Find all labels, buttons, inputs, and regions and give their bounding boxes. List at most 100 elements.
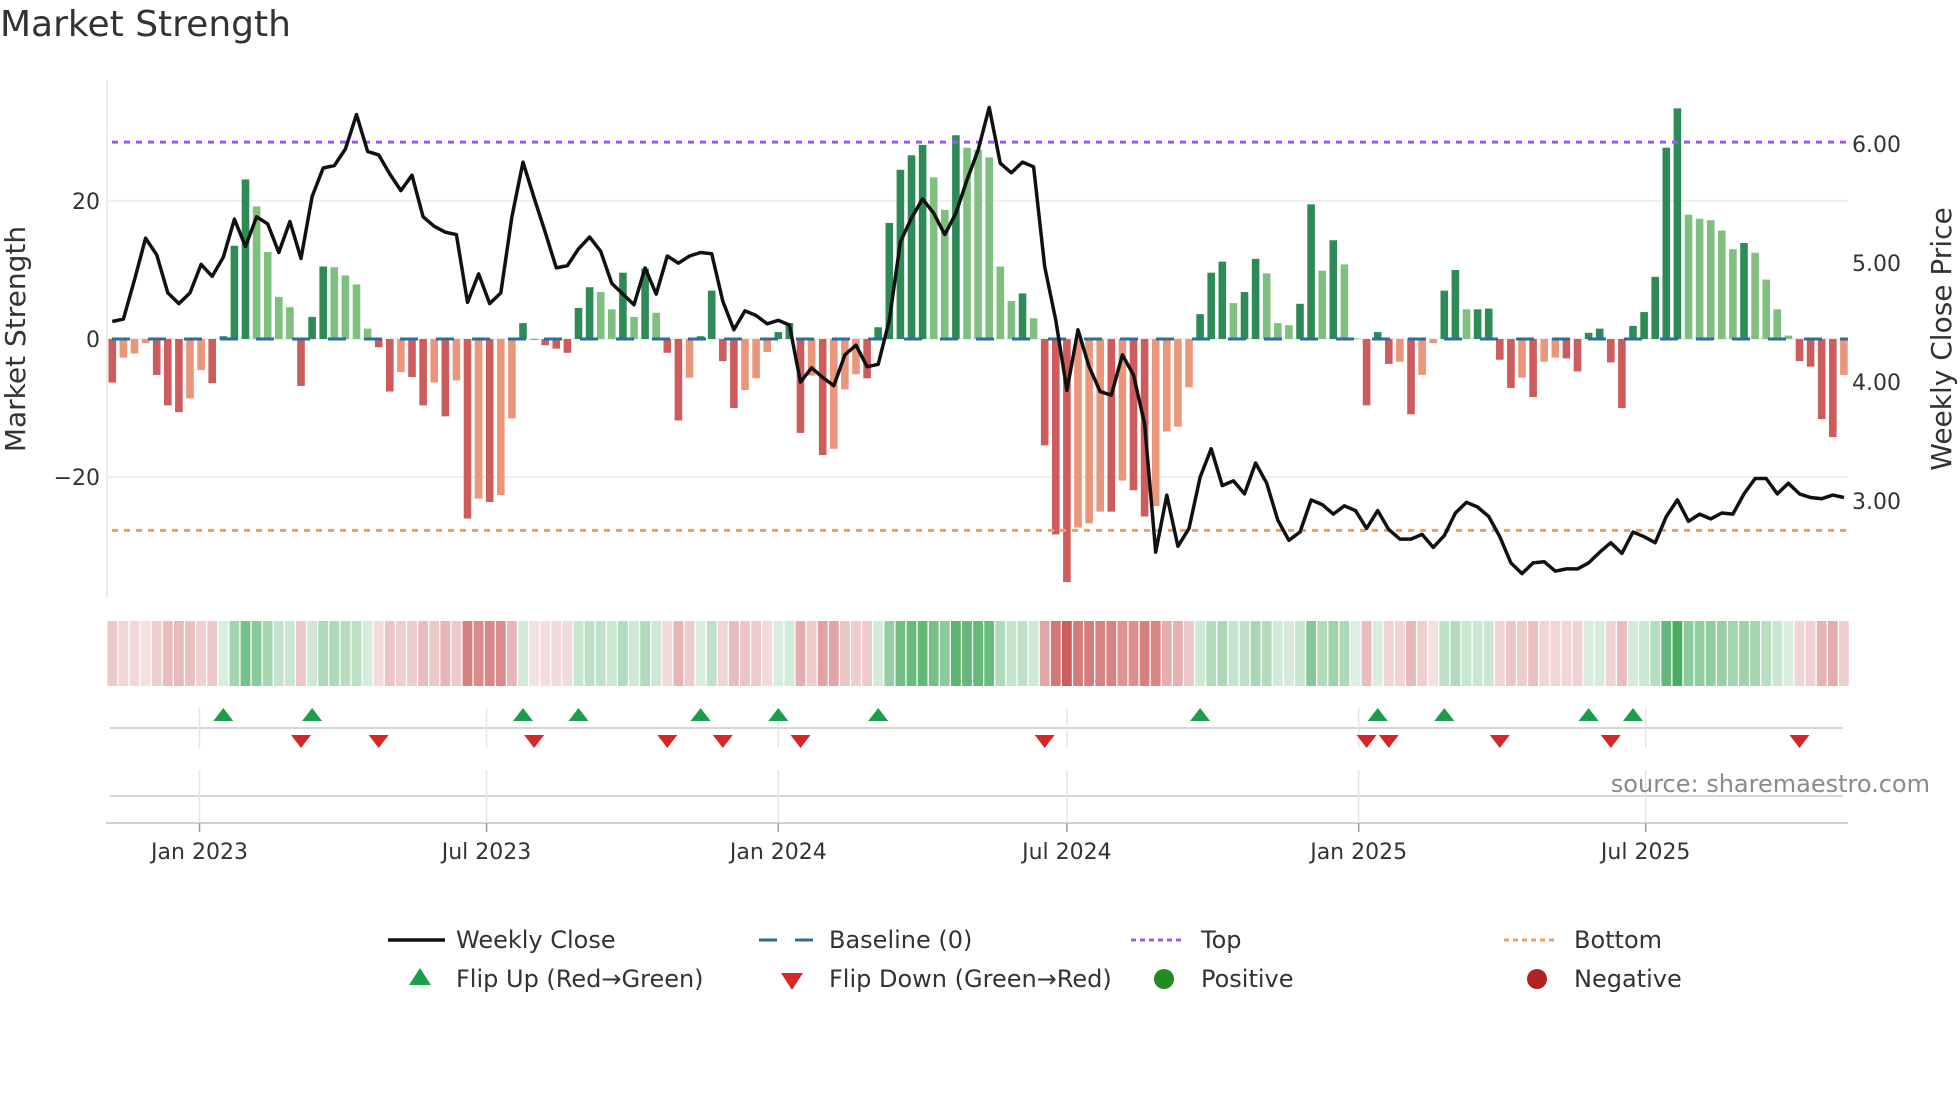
heat-strip-cell bbox=[129, 621, 140, 686]
strength-bar bbox=[341, 275, 350, 339]
flip-down-marker bbox=[1378, 735, 1399, 748]
heat-strip-cell bbox=[751, 621, 761, 686]
strength-bar bbox=[463, 339, 472, 519]
heat-strip-cell bbox=[1428, 621, 1439, 686]
heat-strip-cell bbox=[1816, 621, 1827, 686]
heat-strip-cell bbox=[140, 621, 151, 686]
heat-strip-cell bbox=[717, 621, 728, 686]
heat-strip-cell bbox=[418, 621, 428, 686]
heat-strip-cell bbox=[1572, 621, 1583, 686]
y-left-axis-label: Market Strength bbox=[0, 226, 32, 452]
heat-strip-cell bbox=[329, 621, 340, 686]
strength-bar bbox=[1817, 339, 1826, 420]
heat-strip-cell bbox=[396, 621, 406, 686]
heat-strip-cell bbox=[1605, 621, 1616, 686]
strength-bar bbox=[796, 339, 805, 433]
strength-bar bbox=[1751, 252, 1759, 339]
strength-bar bbox=[397, 339, 405, 373]
heat-strip-cell bbox=[906, 621, 917, 686]
strength-bar bbox=[1662, 147, 1671, 339]
flip-down-marker bbox=[524, 735, 545, 748]
legend-label: Weekly Close bbox=[456, 926, 616, 954]
heat-strip-cell bbox=[1028, 621, 1039, 686]
heat-strip-cell bbox=[828, 621, 839, 686]
strength-bar bbox=[752, 339, 760, 379]
strength-bar bbox=[1518, 339, 1526, 378]
heat-strip-cell bbox=[473, 621, 484, 686]
strength-bar bbox=[1074, 339, 1082, 528]
x-tick-label: Jul 2024 bbox=[1020, 840, 1112, 865]
heat-strip-cell bbox=[840, 621, 850, 686]
strength-bar bbox=[1207, 272, 1215, 339]
strength-bar bbox=[1407, 339, 1415, 415]
flip-down-marker bbox=[790, 735, 811, 748]
heat-strip-cell bbox=[917, 621, 928, 686]
strength-bar bbox=[263, 251, 272, 339]
flip-down-marker bbox=[1356, 735, 1377, 748]
heat-strip-cell bbox=[1694, 621, 1705, 686]
y-left-tick-label: 0 bbox=[86, 328, 100, 353]
heat-strip-cell bbox=[518, 621, 528, 686]
strength-bar bbox=[1096, 339, 1104, 512]
heat-strip-cell bbox=[484, 621, 495, 686]
strength-bar bbox=[1840, 339, 1848, 375]
strength-bar bbox=[630, 316, 638, 339]
legend-item-triangle-down: Flip Down (Green→Red) bbox=[781, 965, 1112, 993]
strength-bar bbox=[563, 339, 572, 353]
strength-bar bbox=[830, 339, 838, 449]
strength-bar bbox=[1262, 273, 1271, 339]
strength-bar bbox=[1329, 240, 1338, 339]
heat-strip-cell bbox=[640, 621, 650, 686]
strength-bar bbox=[1706, 220, 1715, 339]
heat-strip-cell bbox=[218, 621, 229, 686]
heat-strip-cell bbox=[1117, 621, 1128, 686]
strength-bar bbox=[352, 284, 361, 339]
heat-strip-cell bbox=[1628, 621, 1638, 686]
strength-bar bbox=[208, 339, 216, 384]
strength-bar bbox=[1040, 339, 1049, 446]
strength-bar bbox=[1529, 339, 1537, 398]
heat-strip-cell bbox=[451, 621, 462, 686]
heat-strip-cell bbox=[784, 621, 795, 686]
heat-strip-cell bbox=[1161, 621, 1172, 686]
strength-bar bbox=[1806, 339, 1815, 367]
strength-bar bbox=[275, 296, 283, 339]
heat-strip-cell bbox=[1050, 621, 1061, 686]
strength-bar bbox=[452, 339, 461, 381]
strength-bar bbox=[1640, 312, 1648, 339]
heat-strip-cell bbox=[1017, 621, 1028, 686]
heat-strip-cell bbox=[662, 621, 673, 686]
flip-up-marker bbox=[513, 708, 533, 721]
heat-strip-cell bbox=[1761, 621, 1772, 686]
legend-triangle-down-icon bbox=[781, 973, 803, 990]
heat-strip-cell bbox=[551, 621, 562, 686]
heat-strip-cell bbox=[895, 621, 906, 686]
heat-strip-cell bbox=[1417, 621, 1427, 686]
heat-strip-cell bbox=[1839, 621, 1849, 686]
strength-bar bbox=[730, 339, 738, 409]
heat-strip-cell bbox=[1472, 621, 1483, 686]
strength-bar bbox=[1052, 339, 1060, 535]
strength-bar bbox=[1629, 325, 1637, 339]
heat-strip-cell bbox=[1073, 621, 1083, 686]
legend-label: Top bbox=[1200, 926, 1242, 954]
heat-strip-cell bbox=[1295, 621, 1305, 686]
legend-label: Baseline (0) bbox=[829, 926, 972, 954]
strength-bar bbox=[1307, 204, 1315, 339]
heat-strip-cell bbox=[273, 621, 284, 686]
strength-bar bbox=[663, 339, 672, 353]
legend-label: Positive bbox=[1201, 965, 1294, 993]
strength-bar bbox=[408, 339, 416, 377]
legend-label: Flip Down (Green→Red) bbox=[829, 965, 1112, 993]
flip-up-marker bbox=[768, 708, 789, 721]
heat-strip-cell bbox=[817, 621, 828, 686]
strength-bar bbox=[1362, 339, 1371, 406]
flip-up-marker bbox=[690, 708, 711, 721]
strength-bar bbox=[1107, 339, 1116, 512]
strength-bar bbox=[596, 292, 605, 339]
legend-item-dashed: Baseline (0) bbox=[759, 926, 972, 954]
strength-bar bbox=[441, 339, 450, 417]
strength-bar bbox=[1429, 339, 1437, 344]
heat-strip-cell bbox=[1339, 621, 1350, 686]
heat-strip-cell bbox=[984, 621, 995, 686]
